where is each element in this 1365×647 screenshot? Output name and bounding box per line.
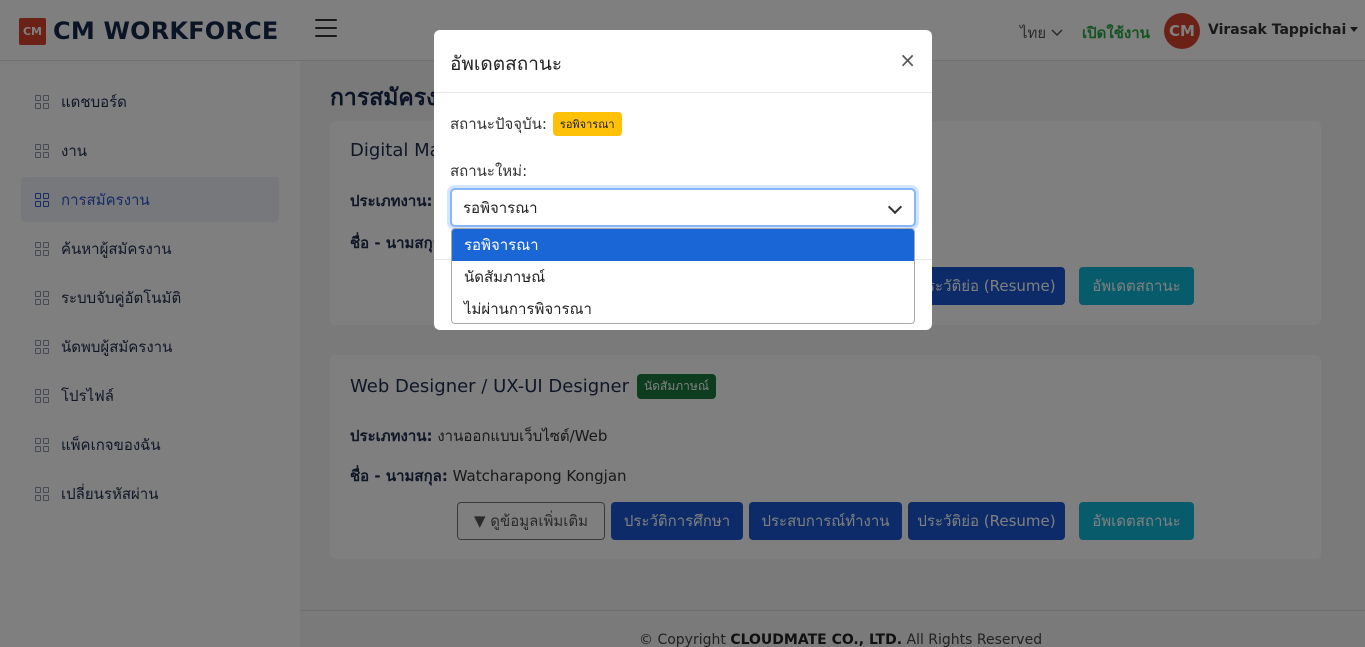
status-option[interactable]: ไม่ผ่านการพิจารณา xyxy=(452,293,914,323)
current-status: สถานะปัจจุบัน: รอพิจารณา xyxy=(450,112,622,136)
chevron-down-icon xyxy=(887,199,903,215)
status-select-value: รอพิจารณา xyxy=(463,198,538,217)
status-badge: รอพิจารณา xyxy=(552,112,622,136)
close-icon[interactable]: × xyxy=(899,48,916,72)
status-select[interactable]: รอพิจารณา xyxy=(450,188,916,227)
status-option[interactable]: รอพิจารณา xyxy=(452,229,914,261)
status-options-list: รอพิจารณา นัดสัมภาษณ์ ไม่ผ่านการพิจารณา xyxy=(451,228,915,324)
modal-header: อัพเดตสถานะ × xyxy=(434,30,932,93)
current-status-label: สถานะปัจจุบัน: xyxy=(450,115,547,133)
modal-title: อัพเดตสถานะ xyxy=(450,53,563,75)
status-option[interactable]: นัดสัมภาษณ์ xyxy=(452,261,914,293)
new-status-label: สถานะใหม่: xyxy=(450,162,528,180)
